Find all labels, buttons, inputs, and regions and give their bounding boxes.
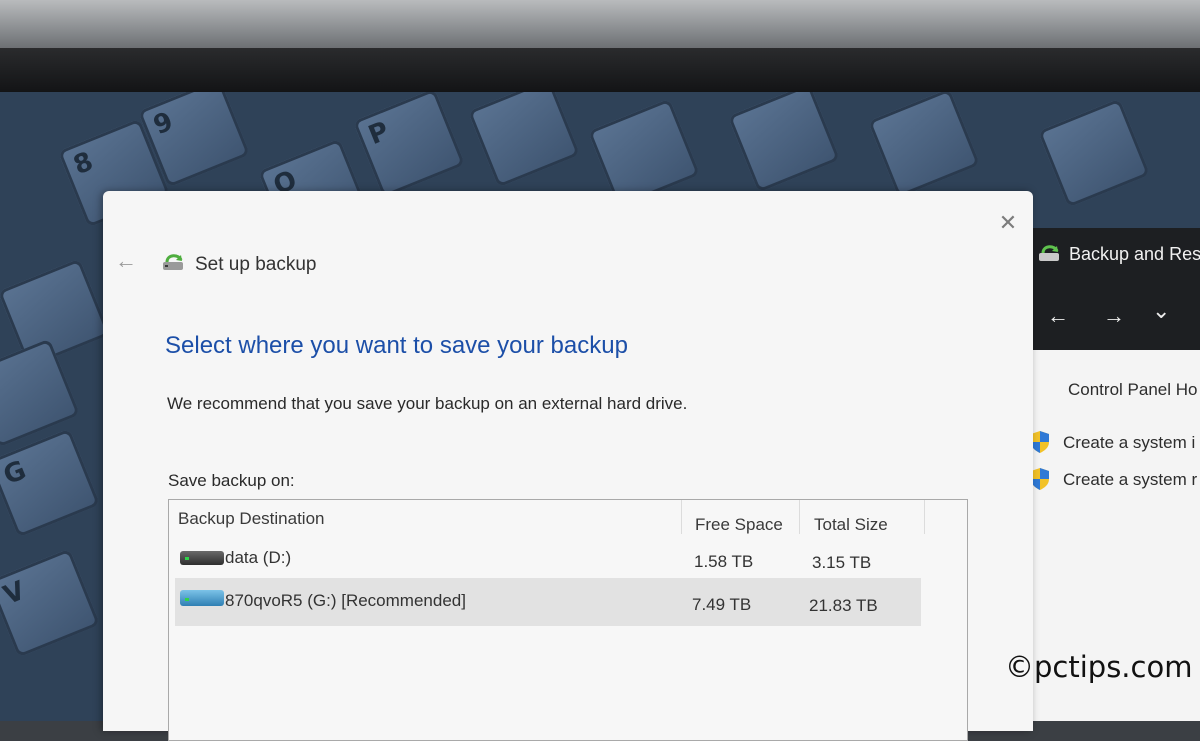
save-backup-on-label: Save backup on: — [168, 471, 295, 490]
column-divider — [799, 500, 800, 534]
recommendation-text: We recommend that you save your backup o… — [167, 394, 688, 413]
nav-back-button[interactable]: ← — [1047, 303, 1069, 329]
close-icon[interactable]: ✕ — [996, 211, 1020, 235]
column-divider — [924, 500, 925, 534]
page-heading: Select where you want to save your backu… — [165, 332, 628, 359]
wallpaper-key — [467, 92, 581, 188]
wallpaper-key — [1037, 98, 1151, 208]
watermark: ©pctips.com — [1005, 650, 1193, 684]
wallpaper-key — [727, 92, 841, 193]
wallpaper-key: V — [0, 548, 101, 658]
total-size-cell: 21.83 TB — [809, 596, 878, 615]
wallpaper-key — [867, 92, 981, 198]
backup-restore-titlebar: Backup and Res ← → ⌄ — [1021, 228, 1200, 350]
monitor-bezel — [0, 48, 1200, 96]
backup-restore-window: Backup and Res ← → ⌄ Control Panel Ho Cr… — [1021, 228, 1200, 721]
table-row-selected[interactable]: 870qvoR5 (G:) [Recommended] 7.49 TB 21.8… — [175, 578, 921, 626]
total-size-cell: 3.15 TB — [812, 553, 872, 572]
backup-restore-icon — [163, 254, 183, 270]
wallpaper-key: P — [352, 92, 466, 198]
task-label: Create a system i — [1063, 433, 1196, 452]
backup-destination-table: Backup Destination Free Space Total Size… — [168, 499, 968, 741]
nav-history-dropdown[interactable]: ⌄ — [1152, 298, 1170, 324]
column-header-total-size[interactable]: Total Size — [814, 515, 888, 535]
column-header-destination[interactable]: Backup Destination — [178, 509, 324, 529]
destination-cell: 870qvoR5 (G:) [Recommended] — [225, 591, 466, 610]
free-space-cell: 1.58 TB — [694, 552, 754, 571]
dialog-title: Set up backup — [195, 254, 317, 275]
hard-drive-icon — [180, 551, 224, 565]
control-panel-home-link[interactable]: Control Panel Ho — [1068, 380, 1197, 400]
external-drive-icon — [180, 590, 224, 606]
nav-forward-button[interactable]: → — [1103, 303, 1125, 329]
column-header-free-space[interactable]: Free Space — [695, 515, 783, 535]
task-label: Create a system r — [1063, 470, 1198, 489]
back-arrow-icon[interactable]: ← — [115, 249, 141, 273]
wallpaper-key: G — [0, 428, 101, 538]
destination-cell: data (D:) — [225, 548, 292, 567]
setup-backup-dialog: ✕ ← Set up backup Select where you want … — [103, 191, 1033, 741]
backup-restore-title: Backup and Res — [1069, 244, 1200, 264]
column-divider — [681, 500, 682, 534]
backup-restore-icon — [1039, 245, 1059, 261]
free-space-cell: 7.49 TB — [692, 595, 752, 614]
table-row[interactable]: data (D:) 1.58 TB 3.15 TB — [175, 536, 921, 580]
